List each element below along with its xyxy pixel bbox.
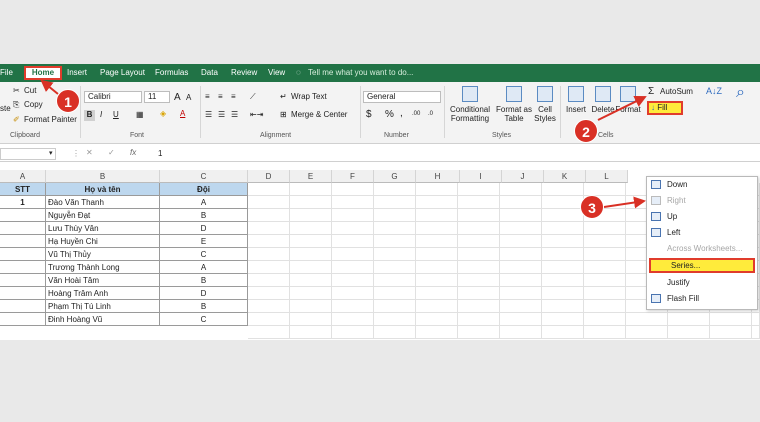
- step-badge-3: 3: [580, 195, 604, 219]
- callout-arrow-3: [603, 196, 646, 209]
- callout-arrows: [40, 79, 647, 209]
- step-badge-2: 2: [574, 119, 598, 143]
- excel-screenshot: File Home Insert Page Layout Formulas Da…: [0, 64, 760, 340]
- callout-arrow-2: [597, 96, 647, 121]
- step-badge-1: 1: [56, 89, 80, 113]
- callout-arrow-1: [40, 79, 59, 95]
